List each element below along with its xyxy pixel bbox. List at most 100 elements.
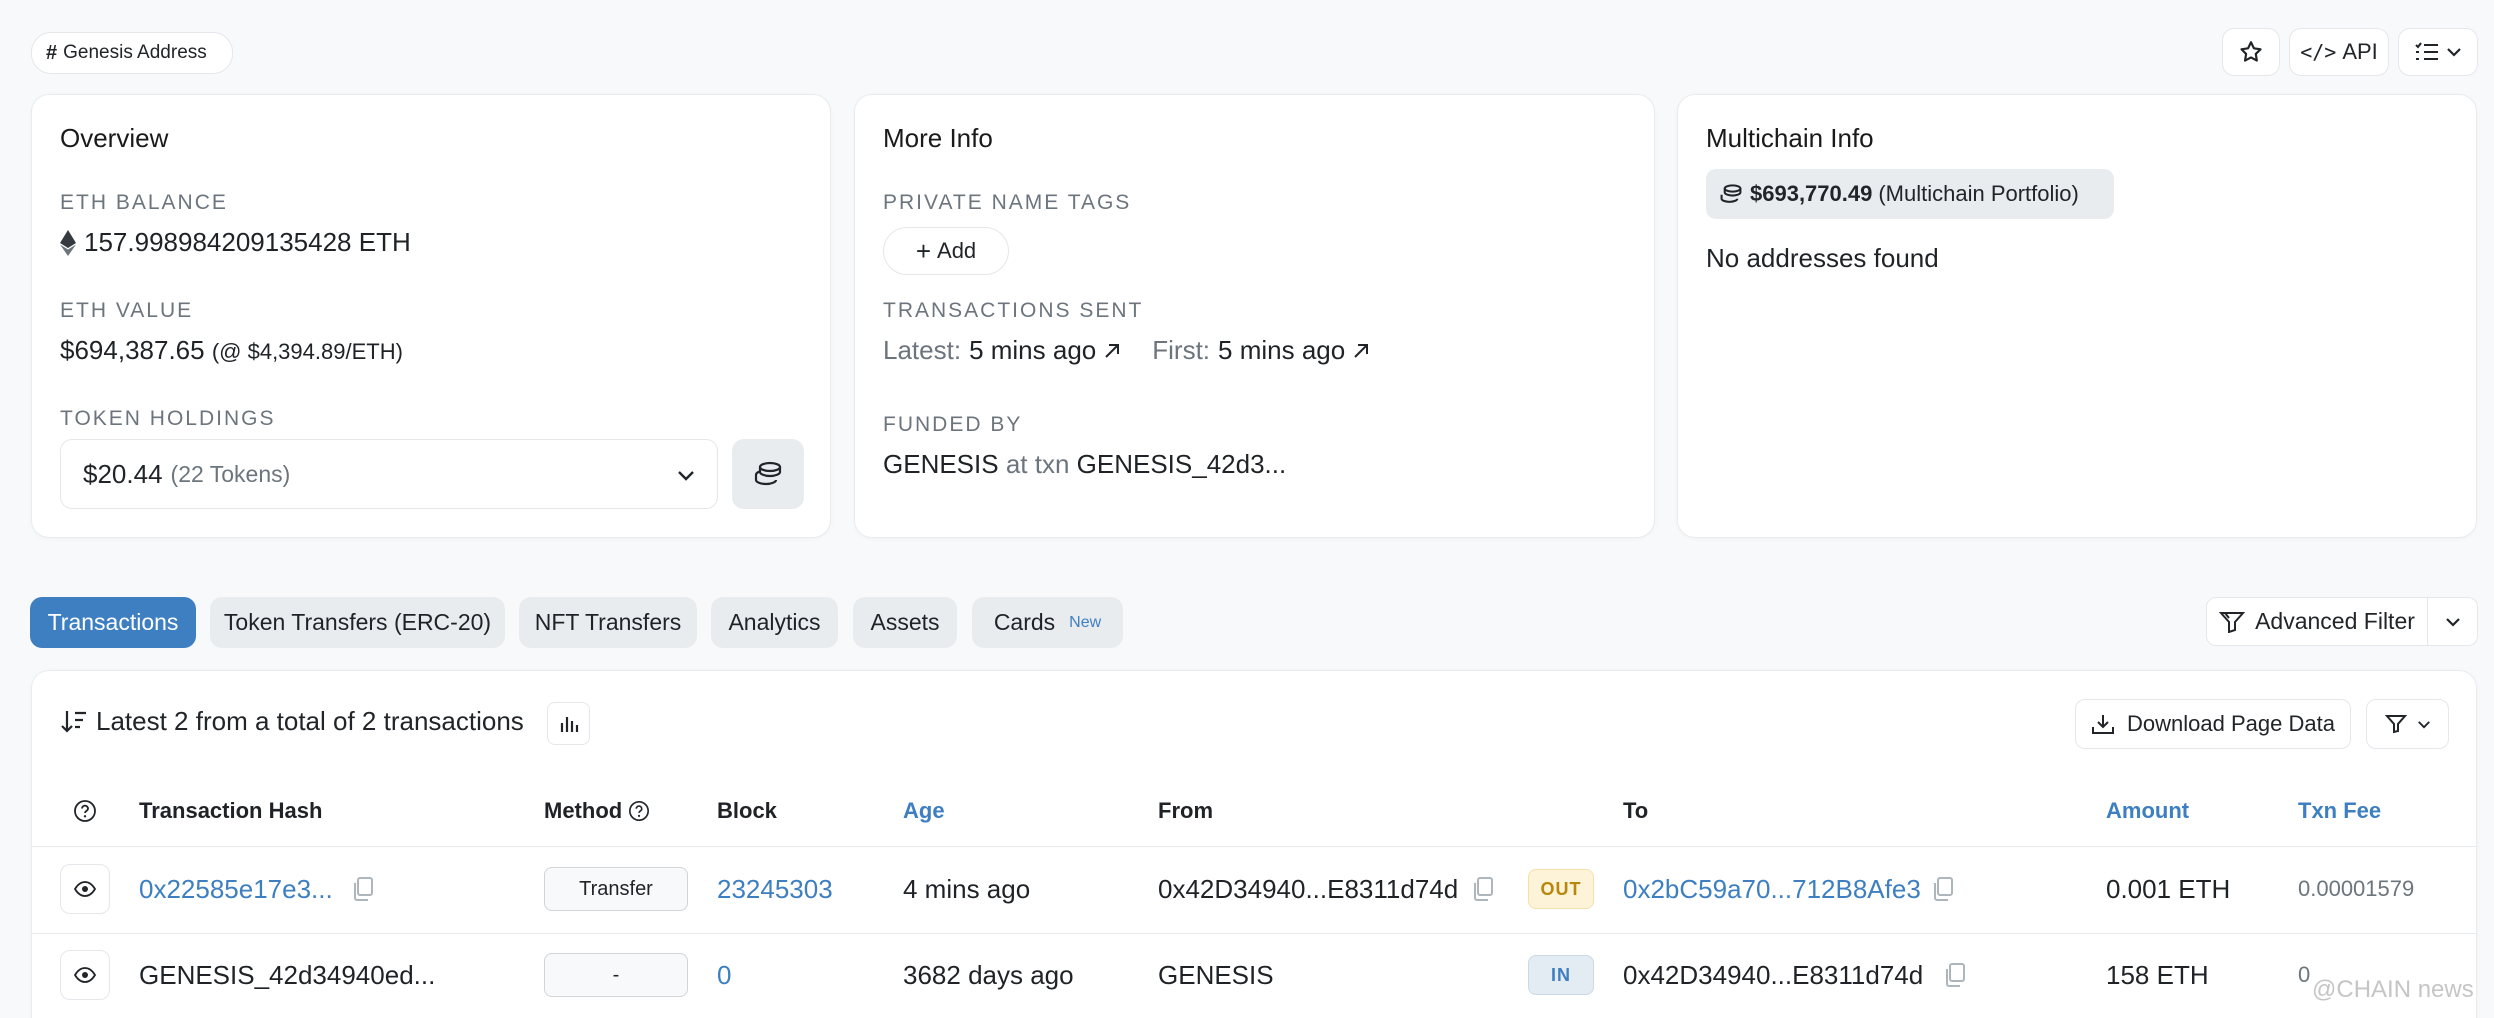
multichain-card: Multichain Info $693,770.49 (Multichain … bbox=[1677, 94, 2477, 538]
column-block: Block bbox=[717, 798, 777, 823]
chevron-down-icon bbox=[678, 471, 694, 481]
first-value[interactable]: 5 mins ago bbox=[1218, 335, 1345, 366]
question-circle-icon bbox=[74, 800, 96, 822]
copy-icon[interactable] bbox=[352, 876, 374, 902]
column-amount[interactable]: Amount bbox=[2106, 798, 2189, 824]
copy-icon[interactable] bbox=[1944, 962, 1966, 988]
chevron-down-icon bbox=[2445, 617, 2460, 627]
arrow-up-right-icon bbox=[1354, 343, 1369, 358]
row-divider bbox=[31, 933, 2477, 934]
column-method: Method bbox=[544, 798, 650, 824]
overview-card: Overview ETH BALANCE 157.998984209135428… bbox=[31, 94, 831, 538]
add-tag-button[interactable]: + Add bbox=[883, 227, 1009, 275]
eth-value-usd: $694,387.65 bbox=[60, 335, 205, 365]
ethereum-icon bbox=[60, 229, 76, 256]
more-options-button[interactable] bbox=[2398, 28, 2478, 76]
age-value: 3682 days ago bbox=[903, 960, 1074, 990]
token-portfolio-button[interactable] bbox=[732, 439, 804, 509]
copy-icon[interactable] bbox=[1932, 876, 1954, 902]
first-label: First: bbox=[1152, 335, 1211, 365]
list-icon bbox=[2415, 42, 2438, 60]
direction-out-badge: OUT bbox=[1528, 869, 1594, 909]
multichain-portfolio-badge[interactable]: $693,770.49 (Multichain Portfolio) bbox=[1706, 169, 2114, 219]
tab-assets[interactable]: Assets bbox=[853, 597, 957, 648]
chevron-down-icon bbox=[2417, 720, 2430, 728]
more-info-card: More Info PRIVATE NAME TAGS + Add TRANSA… bbox=[854, 94, 1655, 538]
tab-token-transfers[interactable]: Token Transfers (ERC-20) bbox=[210, 597, 505, 648]
token-holdings-dropdown[interactable]: $20.44 (22 Tokens) bbox=[60, 439, 718, 509]
portfolio-label: (Multichain Portfolio) bbox=[1878, 181, 2079, 206]
multichain-title: Multichain Info bbox=[1706, 123, 1874, 153]
funded-txn-link[interactable]: GENESIS_42d3... bbox=[1077, 449, 1287, 479]
add-label: Add bbox=[937, 238, 977, 263]
funded-by-label: FUNDED BY bbox=[883, 413, 1023, 436]
eth-value-rate: (@ $4,394.89/ETH) bbox=[211, 339, 403, 364]
view-details-button[interactable] bbox=[60, 864, 110, 914]
transactions-sent-values: Latest: 5 mins ago First: 5 mins ago bbox=[883, 335, 1371, 366]
portfolio-value: $693,770.49 bbox=[1750, 181, 1873, 206]
download-icon bbox=[2092, 715, 2115, 734]
genesis-address-badge: # Genesis Address bbox=[31, 32, 233, 74]
filter-icon bbox=[2219, 611, 2246, 633]
code-icon: </> bbox=[2300, 40, 2337, 64]
method-badge: Transfer bbox=[544, 867, 688, 911]
from-address[interactable]: 0x42D34940...E8311d74d bbox=[1158, 874, 1458, 905]
amount-value: 0.001 ETH bbox=[2106, 874, 2231, 904]
tab-cards-label: Cards bbox=[993, 609, 1056, 635]
tab-analytics[interactable]: Analytics bbox=[711, 597, 838, 648]
table-summary: Latest 2 from a total of 2 transactions bbox=[60, 706, 524, 737]
tab-nft-transfers[interactable]: NFT Transfers bbox=[519, 597, 697, 648]
amount-value: 158 ETH bbox=[2106, 960, 2209, 990]
age-value: 4 mins ago bbox=[903, 874, 1031, 904]
eth-balance-label: ETH BALANCE bbox=[60, 191, 228, 214]
watermark: @CHAIN news bbox=[2312, 976, 2474, 1003]
chart-view-button[interactable] bbox=[547, 702, 590, 745]
no-addresses-message: No addresses found bbox=[1706, 243, 1939, 273]
bar-chart-icon bbox=[560, 716, 578, 732]
tab-cards[interactable]: Cards New bbox=[972, 597, 1123, 648]
token-holdings-value: $20.44 bbox=[83, 458, 163, 489]
star-icon bbox=[2240, 41, 2262, 62]
download-page-data-button[interactable]: Download Page Data bbox=[2075, 699, 2351, 749]
block-link[interactable]: 0 bbox=[717, 960, 731, 991]
private-name-tags-label: PRIVATE NAME TAGS bbox=[883, 191, 1132, 214]
direction-in-badge: IN bbox=[1528, 955, 1594, 995]
advanced-filter-dropdown[interactable] bbox=[2427, 597, 2478, 646]
funded-by-value: GENESIS at txn GENESIS_42d3... bbox=[883, 449, 1286, 480]
to-address[interactable]: 0x42D34940...E8311d74d bbox=[1623, 960, 1923, 991]
copy-icon[interactable] bbox=[1472, 876, 1494, 902]
sort-desc-icon bbox=[61, 710, 86, 733]
column-transaction-hash: Transaction Hash bbox=[139, 798, 323, 823]
filter-icon bbox=[2384, 715, 2407, 734]
column-txn-fee[interactable]: Txn Fee bbox=[2298, 798, 2381, 824]
method-badge: - bbox=[544, 953, 688, 997]
eye-icon bbox=[74, 881, 96, 897]
funded-by-source[interactable]: GENESIS bbox=[883, 449, 999, 479]
advanced-filter-button[interactable]: Advanced Filter bbox=[2206, 597, 2428, 646]
table-filter-button[interactable] bbox=[2366, 699, 2449, 749]
column-from: From bbox=[1158, 798, 1213, 823]
header-divider bbox=[31, 846, 2477, 847]
column-to: To bbox=[1623, 798, 1649, 823]
info-column-header[interactable] bbox=[73, 799, 97, 828]
coins-icon bbox=[754, 461, 782, 486]
api-button[interactable]: </> API bbox=[2289, 28, 2389, 76]
transactions-sent-label: TRANSACTIONS SENT bbox=[883, 299, 1144, 322]
latest-value[interactable]: 5 mins ago bbox=[969, 335, 1096, 366]
hash-icon: # bbox=[46, 41, 58, 64]
plus-icon: + bbox=[915, 236, 932, 266]
overview-title: Overview bbox=[60, 123, 169, 153]
tab-transactions[interactable]: Transactions bbox=[30, 597, 196, 648]
new-badge: New bbox=[1069, 613, 1102, 631]
favorite-button[interactable] bbox=[2222, 28, 2280, 76]
to-address-link[interactable]: 0x2bC59a70...712B8Afe3 bbox=[1623, 874, 1921, 905]
question-circle-icon[interactable] bbox=[628, 800, 650, 822]
block-link[interactable]: 23245303 bbox=[717, 874, 833, 905]
column-age[interactable]: Age bbox=[903, 798, 945, 824]
transaction-hash-link[interactable]: 0x22585e17e3... bbox=[139, 874, 333, 905]
transaction-hash-text: GENESIS_42d34940ed... bbox=[139, 960, 436, 990]
genesis-address-label: Genesis Address bbox=[63, 42, 207, 63]
eye-icon bbox=[74, 967, 96, 983]
more-info-title: More Info bbox=[883, 123, 993, 153]
view-details-button[interactable] bbox=[60, 950, 110, 1000]
